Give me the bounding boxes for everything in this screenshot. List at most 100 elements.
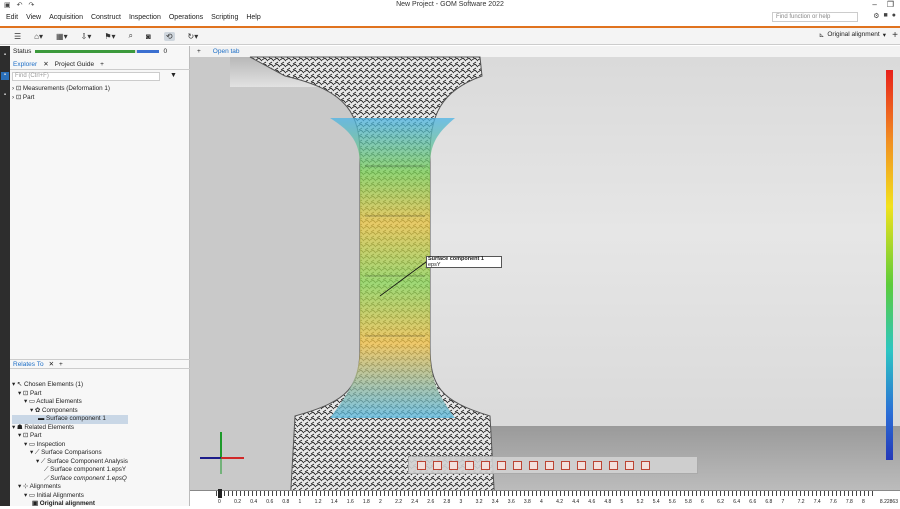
close-icon[interactable]: ✕: [43, 60, 48, 68]
view-tool-icon[interactable]: [593, 460, 602, 470]
tree-item[interactable]: ▾ ⊡ Part: [12, 390, 128, 399]
axis-triad-icon: [200, 432, 244, 474]
filter-icon[interactable]: ▼: [170, 72, 177, 79]
view-tool-icon[interactable]: [417, 460, 426, 470]
view-tool-icon[interactable]: [545, 460, 554, 470]
menu-construct[interactable]: Construct: [91, 14, 121, 21]
find-function-input[interactable]: Find function or help: [772, 12, 858, 22]
view-tool-icon[interactable]: [561, 460, 570, 470]
timeline-cursor[interactable]: [218, 489, 222, 498]
ruler-tick-label: 2.6: [427, 499, 435, 505]
menu-inspection[interactable]: Inspection: [129, 14, 161, 21]
tree-item[interactable]: ▾ ☗ Related Elements: [12, 424, 128, 433]
ruler-tick-label: 3.8: [523, 499, 531, 505]
tree-item[interactable]: › ⊡ Measurements (Deformation 1): [12, 85, 110, 94]
database-icon[interactable]: ▦▾: [56, 32, 68, 41]
menu-help[interactable]: Help: [246, 14, 260, 21]
close-icon[interactable]: ✕: [49, 360, 54, 368]
window-title: New Project - GOM Software 2022: [396, 1, 504, 8]
specimen-view: [249, 56, 496, 506]
menu-view[interactable]: View: [26, 14, 41, 21]
ruler-tick-label: 3: [459, 499, 463, 505]
ruler-tick-label: 0: [218, 499, 221, 505]
tree-item[interactable]: › ⊡ Part: [12, 94, 110, 103]
tree-item[interactable]: ▬ Surface component 1: [12, 415, 128, 424]
sync-icon[interactable]: ⟲: [163, 31, 175, 41]
menu-acquisition[interactable]: Acquisition: [49, 14, 83, 21]
view-tool-icon[interactable]: [529, 460, 538, 470]
menu-operations[interactable]: Operations: [169, 14, 203, 21]
tree-item[interactable]: ▾ ▭ Initial Alignments: [12, 492, 128, 501]
ruler-tick-label: 7.8: [845, 499, 853, 505]
tab-relates-to[interactable]: Relates To: [13, 361, 44, 368]
explorer-tree: › ⊡ Measurements (Deformation 1) › ⊡ Par…: [12, 85, 110, 102]
view-tool-icon[interactable]: [481, 460, 490, 470]
tree-item[interactable]: ▾ ↖ Chosen Elements (1): [12, 381, 128, 390]
ruler-tick-label: 5: [620, 499, 624, 505]
menubar-icons: ⚙ ■ ●: [873, 12, 896, 20]
settings-icon[interactable]: ⚙: [873, 12, 879, 20]
add-icon[interactable]: +: [892, 30, 898, 41]
surface-component-label[interactable]: Surface component 1 epsY: [426, 256, 502, 268]
view-tool-icon[interactable]: [609, 460, 618, 470]
menu-scripting[interactable]: Scripting: [211, 14, 238, 21]
view-tool-icon[interactable]: [577, 460, 586, 470]
alignment-label: Original alignment: [827, 31, 880, 38]
lock-icon[interactable]: ■: [884, 12, 888, 20]
tree-item[interactable]: ▾ ⊡ Part: [12, 432, 128, 441]
restore-icon[interactable]: ❐: [887, 0, 894, 9]
ruler-tick-label: 5.4: [652, 499, 660, 505]
relates-tree: ▾ ↖ Chosen Elements (1) ▾ ⊡ Part ▾ ▭ Act…: [12, 381, 128, 509]
tree-item[interactable]: ⟋ Surface component 1.epsY: [12, 466, 128, 475]
properties-toggle-icon[interactable]: ▪: [1, 92, 9, 100]
ruler-tick-label: 7: [781, 499, 785, 505]
add-tab-icon[interactable]: +: [59, 361, 63, 368]
refresh-icon[interactable]: ↻▾: [188, 32, 199, 41]
view-tool-icon[interactable]: [497, 460, 506, 470]
ruler-tick-label: 1: [298, 499, 302, 505]
tree-item[interactable]: ▾ ▭ Inspection: [12, 441, 128, 450]
ruler-ticks: [216, 491, 876, 496]
ruler-tick-label: 1.8: [362, 499, 370, 505]
3d-viewport[interactable]: + Open tab Surface component 1 epsY 0 0.…: [190, 46, 900, 506]
status-count: 0: [163, 48, 168, 55]
camera-icon[interactable]: ◙: [146, 32, 151, 41]
relates-tabs: Relates To ✕ +: [10, 359, 190, 369]
minimize-icon[interactable]: –: [872, 0, 876, 9]
tree-item[interactable]: ▾ ✿ Components: [12, 407, 128, 416]
ruler-tick-label: 0.4: [250, 499, 258, 505]
search-icon[interactable]: ⌕: [129, 31, 133, 41]
tree-item[interactable]: ⟋ Surface component 1.epsQ: [12, 475, 128, 484]
ruler-tick-label: 0.6: [266, 499, 274, 505]
tree-item[interactable]: ▾ ⟋ Surface Component Analysis: [12, 458, 128, 467]
status-progress-fill: [35, 50, 136, 53]
menu-edit[interactable]: Edit: [6, 14, 18, 21]
tab-project-guide[interactable]: Project Guide: [55, 61, 94, 68]
flag-icon[interactable]: ⚑▾: [104, 32, 115, 41]
alignment-dropdown[interactable]: ⊾ Original alignment ▾: [819, 31, 886, 39]
home-icon[interactable]: ⌂▾: [34, 32, 43, 41]
view-tool-icon[interactable]: [449, 460, 458, 470]
tab-explorer[interactable]: Explorer: [13, 61, 37, 68]
view-tool-icon[interactable]: [625, 460, 634, 470]
timeline-ruler[interactable]: 0 0.2 0.4 0.6 0.8 1 1.2 1.4 1.6 1.8 2 2.2 2.4 2.6 2.8 3…: [190, 489, 900, 506]
export-icon[interactable]: ⇩▾: [81, 32, 92, 41]
explorer-find-input[interactable]: Find (Ctrl+F): [12, 72, 160, 81]
tree-item[interactable]: ▾ ▭ Actual Elements: [12, 398, 128, 407]
ruler-tick-label: 3.2: [475, 499, 483, 505]
view-tool-icon[interactable]: [433, 460, 442, 470]
tree-item[interactable]: ▣ Original alignment: [12, 500, 128, 509]
view-tool-icon[interactable]: [465, 460, 474, 470]
user-icon[interactable]: ●: [892, 12, 896, 20]
ruler-tick-label: 3.6: [507, 499, 515, 505]
explorer-toggle-icon[interactable]: ▪: [1, 72, 9, 80]
view-tool-icon[interactable]: [641, 460, 650, 470]
tree-item[interactable]: ▾ ⟋ Surface Comparisons: [12, 449, 128, 458]
layout-icon[interactable]: ☰: [14, 32, 21, 41]
view-tool-icon[interactable]: [513, 460, 522, 470]
ruler-tick-label: 1.4: [330, 499, 338, 505]
ruler-tick-label: 1.2: [314, 499, 322, 505]
tree-item[interactable]: ▾ ⊹ Alignments: [12, 483, 128, 492]
panel-toggle-icon[interactable]: ▪: [1, 52, 9, 60]
add-tab-icon[interactable]: +: [100, 61, 104, 68]
